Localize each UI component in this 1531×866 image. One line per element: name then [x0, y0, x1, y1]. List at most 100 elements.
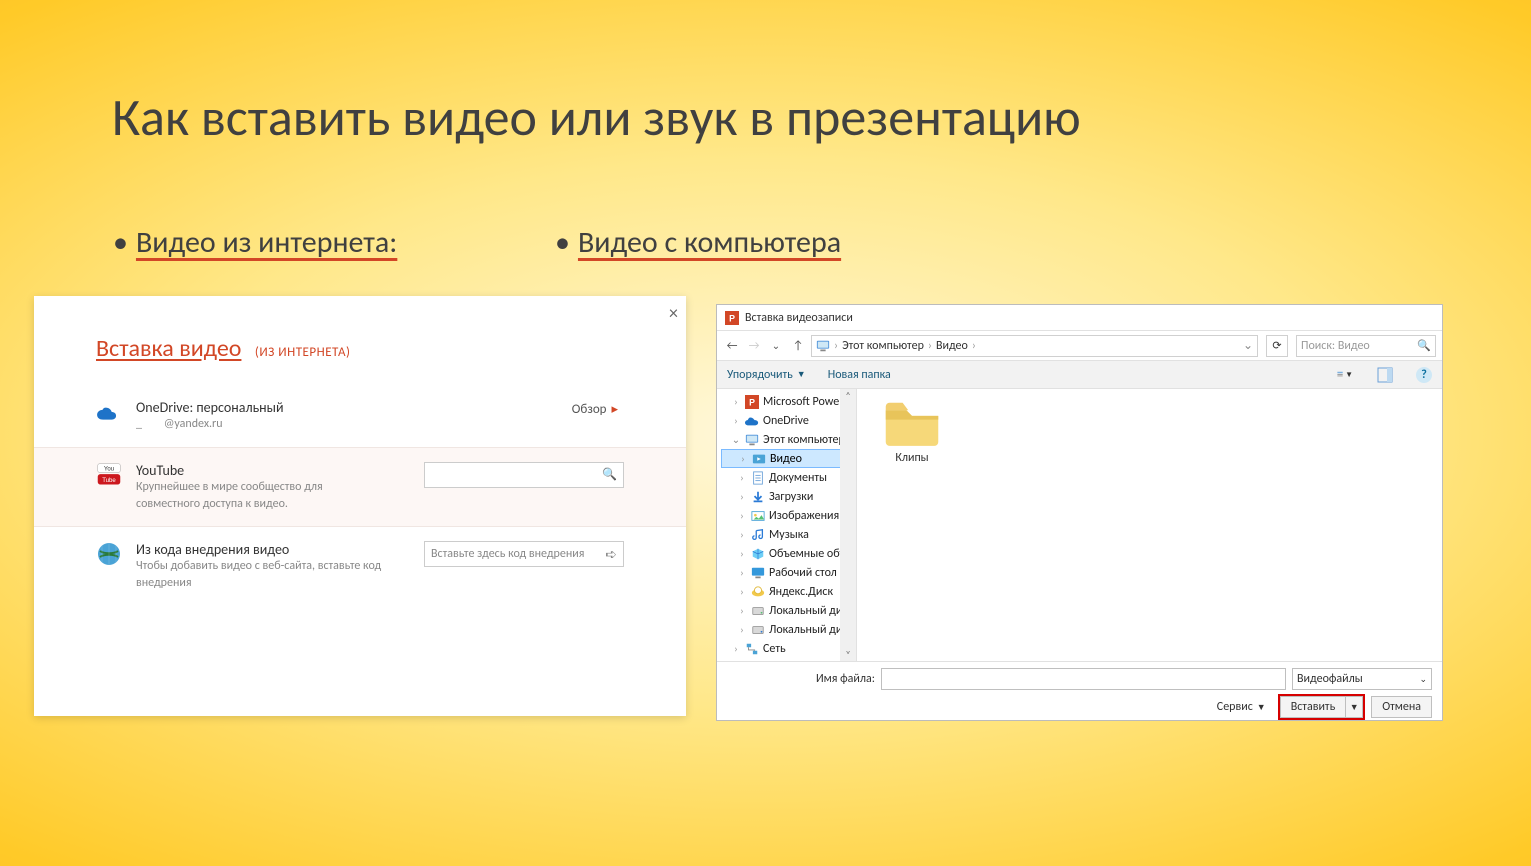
provider-embed-desc: Чтобы добавить видео с веб-сайта, вставь… [136, 558, 396, 592]
youtube-search-input[interactable]: 🔍 [424, 462, 624, 488]
desktop-icon [751, 566, 765, 580]
expand-icon[interactable]: › [738, 452, 748, 465]
tree-item[interactable]: ⌄ Этот компьютер [721, 430, 856, 449]
cancel-button[interactable]: Отмена [1371, 696, 1432, 718]
tree-item[interactable]: › Локальный дис [721, 620, 856, 639]
insert-button[interactable]: Вставить ▼ [1280, 696, 1364, 718]
explorer-file-area[interactable]: Клипы [857, 389, 1442, 661]
expand-icon[interactable]: › [737, 604, 747, 617]
tree-item[interactable]: › Яндекс.Диск [721, 582, 856, 601]
insert-dropdown-icon[interactable]: ▼ [1346, 702, 1362, 713]
globe-icon [96, 541, 122, 567]
provider-onedrive-title: OneDrive: персональный [136, 399, 376, 416]
expand-icon[interactable]: › [737, 490, 747, 503]
tree-item[interactable]: › OneDrive [721, 411, 856, 430]
provider-youtube-row[interactable]: You Tube YouTube Крупнейшее в мире сообщ… [34, 447, 686, 528]
svg-text:P: P [729, 313, 735, 323]
chevron-down-icon: ▼ [797, 369, 806, 380]
tree-item-label: Объемные объ [769, 547, 846, 561]
tree-item[interactable]: › Загрузки [721, 487, 856, 506]
bullet-dot: • [113, 224, 128, 261]
tree-item[interactable]: › Рабочий стол [721, 563, 856, 582]
folder-label: Клипы [877, 451, 947, 465]
chevron-down-icon: ⌄ [1419, 674, 1427, 685]
provider-embed-title: Из кода внедрения видео [136, 541, 396, 558]
tree-item-label: Яндекс.Диск [769, 585, 833, 599]
svg-text:P: P [749, 397, 755, 407]
yadisk-icon [751, 585, 765, 599]
expand-icon[interactable]: › [737, 547, 747, 560]
chevron-down-icon: ▼ [1257, 702, 1266, 713]
slide-title: Как вставить видео или звук в презентаци… [112, 85, 1081, 149]
images-icon [751, 509, 765, 523]
tree-item[interactable]: › Объемные объ [721, 544, 856, 563]
view-mode-button[interactable]: ▼ [1336, 366, 1354, 384]
toolbar-organize[interactable]: Упорядочить ▼ [727, 368, 806, 382]
breadcrumb-root[interactable]: Этот компьютер [842, 339, 924, 353]
expand-icon[interactable]: ⌄ [731, 433, 741, 446]
expand-icon[interactable]: › [731, 395, 741, 408]
service-menu[interactable]: Сервис ▼ [1217, 700, 1266, 714]
tree-item-label: Видео [770, 452, 802, 466]
tree-item-label: Рабочий стол [769, 566, 837, 580]
filename-label: Имя файла: [727, 672, 875, 686]
close-icon[interactable]: × [669, 302, 678, 324]
breadcrumb-folder[interactable]: Видео [936, 339, 968, 353]
search-icon: 🔍 [602, 467, 617, 482]
network-icon [745, 642, 759, 656]
tree-item[interactable]: › Документы [721, 468, 856, 487]
embed-code-input[interactable]: Вставьте здесь код внедрения ➪ [424, 541, 624, 567]
scroll-down-icon[interactable]: ˅ [845, 648, 850, 661]
onedrive-icon [96, 399, 122, 425]
address-bar[interactable]: › Этот компьютер › Видео › ⌄ [811, 335, 1258, 357]
tree-item[interactable]: › Изображения [721, 506, 856, 525]
tree-item[interactable]: ›PMicrosoft PowerP [721, 392, 856, 411]
expand-icon[interactable]: › [737, 528, 747, 541]
explorer-search-input[interactable]: Поиск: Видео 🔍 [1296, 335, 1436, 357]
provider-onedrive-desc: _ @yandex.ru [136, 416, 376, 433]
expand-icon[interactable]: › [737, 623, 747, 636]
provider-onedrive-row[interactable]: OneDrive: персональный _ @yandex.ru Обзо… [96, 385, 624, 447]
chevron-down-icon[interactable]: ⌄ [1243, 338, 1253, 353]
nav-forward-button[interactable]: → [745, 339, 763, 353]
hdd2-icon [751, 623, 765, 637]
help-icon[interactable]: ? [1416, 367, 1432, 383]
folder-icon [882, 399, 942, 447]
tree-item[interactable]: ›Сеть [721, 639, 856, 658]
filetype-select[interactable]: Видеофайлы⌄ [1292, 668, 1432, 690]
nav-up-button[interactable]: ↑ [789, 339, 807, 353]
youtube-icon: You Tube [96, 462, 122, 488]
svg-text:You: You [104, 466, 114, 472]
expand-icon[interactable]: › [737, 471, 747, 484]
tree-item[interactable]: › Видео [721, 449, 856, 468]
refresh-button[interactable]: ⟳ [1266, 335, 1288, 357]
expand-icon[interactable]: › [737, 566, 747, 579]
expand-icon[interactable]: › [731, 642, 741, 655]
provider-embed-row[interactable]: Из кода внедрения видео Чтобы добавить в… [96, 527, 624, 606]
tree-item-label: Загрузки [769, 490, 813, 504]
download-icon [751, 490, 765, 504]
tree-scrollbar[interactable]: ˄˅ [840, 389, 856, 661]
video-icon [752, 452, 766, 466]
tree-item[interactable]: ›Локальный дис [721, 601, 856, 620]
tree-item-label: Документы [769, 471, 827, 485]
expand-icon[interactable]: › [731, 414, 741, 427]
tree-item[interactable]: ›Музыка [721, 525, 856, 544]
nav-recent-button[interactable]: ⌄ [767, 339, 785, 352]
tree-item-label: Локальный дис [769, 623, 847, 637]
tree-item-label: Этот компьютер [763, 433, 845, 447]
expand-icon[interactable]: › [737, 585, 747, 598]
tree-item-label: OneDrive [763, 414, 809, 428]
docs-icon [751, 471, 765, 485]
scroll-up-icon[interactable]: ˄ [845, 389, 850, 402]
filename-input[interactable] [881, 668, 1286, 690]
provider-youtube-title: YouTube [136, 462, 376, 479]
nav-back-button[interactable]: ← [723, 339, 741, 353]
preview-pane-button[interactable] [1376, 366, 1394, 384]
expand-icon[interactable]: › [737, 509, 747, 522]
tree-item-label: Изображения [769, 509, 839, 523]
toolbar-new-folder[interactable]: Новая папка [828, 368, 891, 382]
onedrive-browse-button[interactable]: Обзор ▸ [566, 400, 624, 419]
folder-item[interactable]: Клипы [877, 399, 947, 465]
bullet-dot: • [555, 224, 570, 261]
